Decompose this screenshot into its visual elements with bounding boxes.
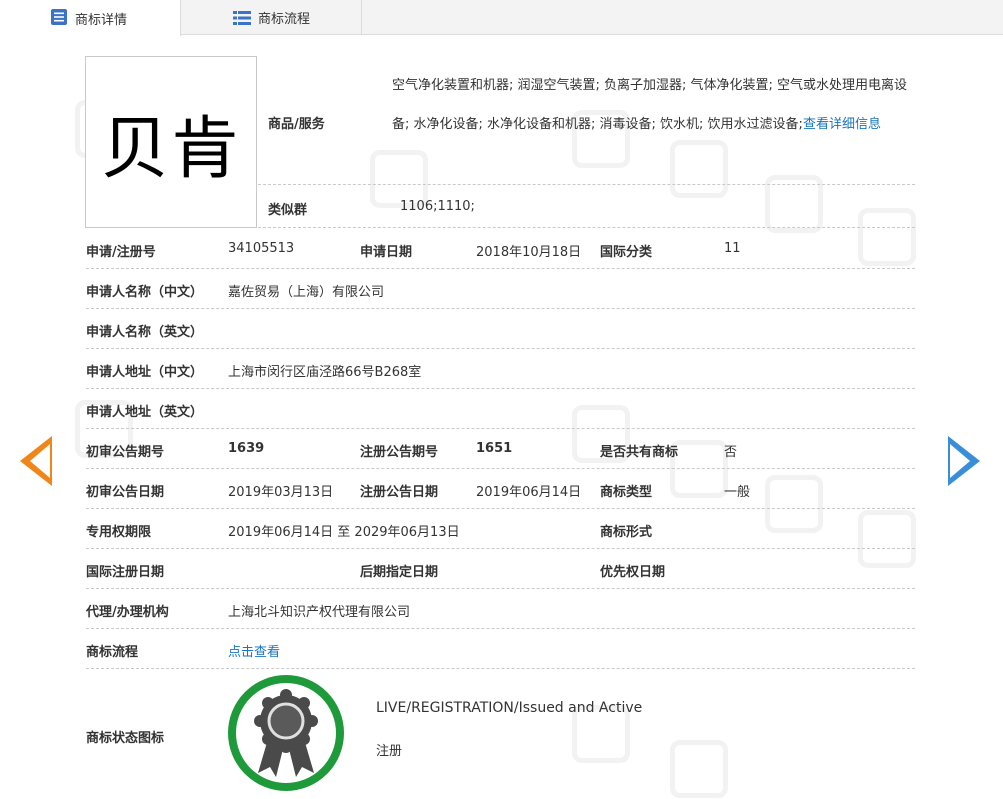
reg-no-label: 申请/注册号 <box>86 245 156 260</box>
divider <box>258 227 915 228</box>
document-list-icon <box>51 9 67 25</box>
intl-reg-date-label: 国际注册日期 <box>86 565 165 580</box>
reg-pub-date-label: 注册公告日期 <box>360 485 439 500</box>
app-date-label: 申请日期 <box>360 245 413 260</box>
intl-class-label: 国际分类 <box>600 245 653 260</box>
exclusive-period-value: 2019年06月14日 至 2029年06月13日 <box>228 525 460 540</box>
tab-label: 商标流程 <box>258 12 311 27</box>
divider <box>86 628 915 629</box>
list-icon <box>233 11 251 25</box>
goods-label: 商品/服务 <box>268 117 325 132</box>
address-en-label: 申请人地址（英文） <box>86 405 204 420</box>
prelim-pub-date-value: 2019年03月13日 <box>228 485 334 500</box>
divider <box>86 588 915 589</box>
reg-pub-date-value: 2019年06月14日 <box>476 485 582 500</box>
divider <box>86 308 915 309</box>
shared-value: 否 <box>724 445 738 460</box>
agent-label: 代理/办理机构 <box>86 605 169 620</box>
tab-label: 商标详情 <box>75 12 128 28</box>
registered-seal-icon <box>228 675 344 791</box>
divider <box>86 468 915 469</box>
process-label: 商标流程 <box>86 645 139 660</box>
later-designation-label: 后期指定日期 <box>360 565 439 580</box>
priority-date-label: 优先权日期 <box>600 565 666 580</box>
reg-pub-no-value: 1651 <box>476 441 513 456</box>
divider <box>86 508 915 509</box>
agent-value: 上海北斗知识产权代理有限公司 <box>228 605 411 620</box>
prelim-pub-no-label: 初审公告期号 <box>86 445 165 460</box>
watermark-mark <box>670 140 728 198</box>
applicant-en-label: 申请人名称（英文） <box>86 325 204 340</box>
tm-type-label: 商标类型 <box>600 485 653 500</box>
prelim-pub-no-value: 1639 <box>228 441 265 456</box>
prelim-pub-date-label: 初审公告日期 <box>86 485 165 500</box>
tab-bar: 商标详情 商标流程 <box>0 0 1003 36</box>
tab-trademark-process[interactable]: 商标流程 <box>181 0 362 35</box>
divider <box>86 348 915 349</box>
status-icon-label: 商标状态图标 <box>86 731 165 746</box>
reg-no-value: 34105513 <box>228 241 295 256</box>
arrow-left-icon[interactable] <box>20 436 52 486</box>
divider <box>258 184 915 185</box>
status-text-en: LIVE/REGISTRATION/Issued and Active <box>376 700 643 716</box>
applicant-cn-label: 申请人名称（中文） <box>86 285 204 300</box>
divider <box>86 268 915 269</box>
app-date-value: 2018年10月18日 <box>476 245 582 260</box>
trademark-image: 贝肯 <box>85 56 257 228</box>
similar-group-label: 类似群 <box>268 203 308 218</box>
view-details-link[interactable]: 查看详细信息 <box>803 117 881 132</box>
arrow-right-icon[interactable] <box>948 436 980 486</box>
address-cn-label: 申请人地址（中文） <box>86 365 204 380</box>
shared-label: 是否共有商标 <box>600 445 679 460</box>
exclusive-period-label: 专用权期限 <box>86 525 152 540</box>
divider <box>86 428 915 429</box>
trademark-logo-text: 贝肯 <box>100 109 241 189</box>
reg-pub-no-label: 注册公告期号 <box>360 445 439 460</box>
watermark-mark <box>858 510 916 568</box>
view-process-link[interactable]: 点击查看 <box>228 641 280 660</box>
divider <box>86 548 915 549</box>
tm-form-label: 商标形式 <box>600 525 653 540</box>
goods-services-text: 空气净化装置和机器; 润湿空气装置; 负离子加湿器; 气体净化装置; 空气或水处… <box>392 66 917 144</box>
watermark-mark <box>765 475 823 533</box>
divider <box>86 388 915 389</box>
tm-type-value: 一般 <box>724 485 751 500</box>
similar-group-value: 1106;1110; <box>400 199 475 214</box>
status-text-cn: 注册 <box>376 744 403 759</box>
watermark-mark <box>858 208 916 266</box>
watermark-mark <box>670 440 728 498</box>
watermark-mark <box>670 740 728 798</box>
applicant-cn-value: 嘉佐贸易（上海）有限公司 <box>228 285 385 300</box>
tab-trademark-details[interactable]: 商标详情 <box>0 0 181 36</box>
intl-class-value: 11 <box>724 241 741 256</box>
address-cn-value: 上海市闵行区庙泾路66号B268室 <box>228 365 422 380</box>
divider <box>86 668 915 669</box>
